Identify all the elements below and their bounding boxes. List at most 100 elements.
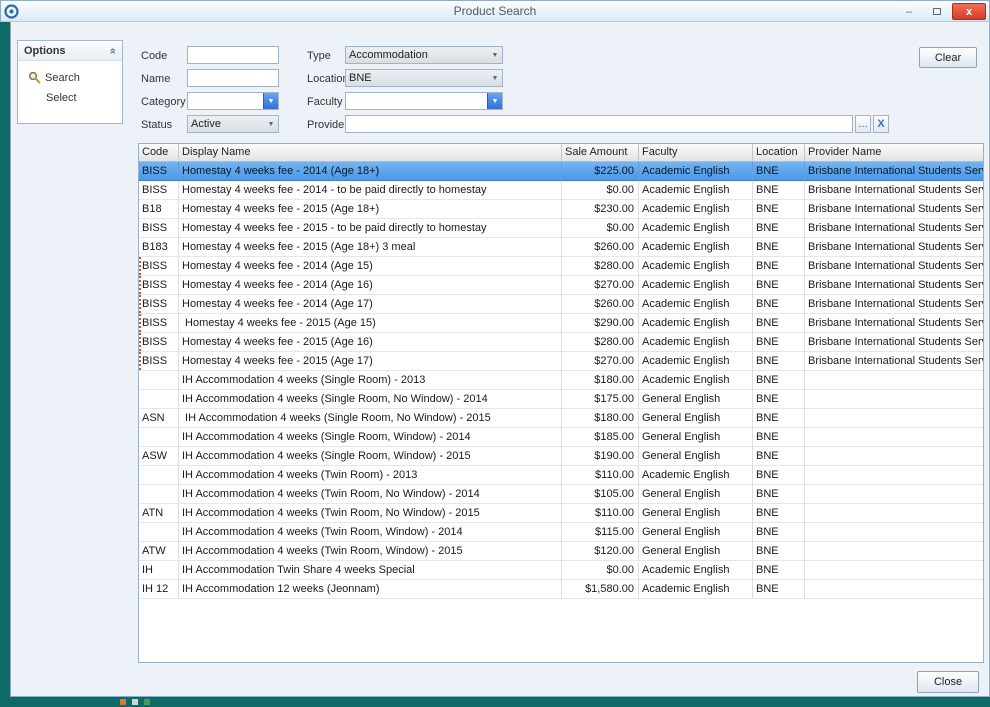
column-header-faculty[interactable]: Faculty (639, 144, 753, 161)
table-row[interactable]: BISSHomestay 4 weeks fee - 2015 (Age 17)… (139, 352, 983, 371)
name-input[interactable] (187, 69, 279, 87)
table-row[interactable]: BISSHomestay 4 weeks fee - 2014 - to be … (139, 181, 983, 200)
cell-display-name: IH Accommodation 12 weeks (Jeonnam) (179, 580, 562, 599)
title-bar: Product Search – x (0, 0, 990, 22)
cell-display-name: IH Accommodation 4 weeks (Twin Room, Win… (179, 523, 562, 542)
maximize-button[interactable] (924, 3, 950, 20)
table-row[interactable]: IH Accommodation 4 weeks (Single Room) -… (139, 371, 983, 390)
results-grid: Code Display Name Sale Amount Faculty Lo… (138, 143, 984, 663)
cell-provider-name: Brisbane International Students Services (805, 352, 984, 371)
cell-provider-name (805, 580, 984, 599)
table-row[interactable]: BISSHomestay 4 weeks fee - 2014 (Age 17)… (139, 295, 983, 314)
cell-code: B18 (139, 200, 179, 219)
cell-code: ATW (139, 542, 179, 561)
cell-sale-amount: $115.00 (562, 523, 639, 542)
close-dialog-button[interactable]: Close (917, 671, 979, 693)
cell-location: BNE (753, 561, 805, 580)
cell-provider-name: Brisbane International Students Services (805, 257, 984, 276)
cell-location: BNE (753, 276, 805, 295)
column-header-provider-name[interactable]: Provider Name (805, 144, 984, 161)
cell-provider-name (805, 523, 984, 542)
close-button[interactable]: x (952, 3, 986, 20)
column-header-sale-amount[interactable]: Sale Amount (562, 144, 639, 161)
cell-location: BNE (753, 504, 805, 523)
table-row[interactable]: BISS Homestay 4 weeks fee - 2015 (Age 15… (139, 314, 983, 333)
table-row[interactable]: ATNIH Accommodation 4 weeks (Twin Room, … (139, 504, 983, 523)
cell-faculty: Academic English (639, 276, 753, 295)
clear-button[interactable]: Clear (919, 47, 977, 68)
provider-clear-button[interactable]: X (873, 115, 889, 133)
cell-provider-name: Brisbane International Students Services (805, 314, 984, 333)
cell-provider-name (805, 428, 984, 447)
code-input[interactable] (187, 46, 279, 64)
chevron-down-icon[interactable]: ▼ (264, 116, 278, 132)
table-row[interactable]: ASN IH Accommodation 4 weeks (Single Roo… (139, 409, 983, 428)
chevron-down-icon[interactable]: ▼ (488, 70, 502, 86)
cell-display-name: Homestay 4 weeks fee - 2015 (Age 17) (179, 352, 562, 371)
table-row[interactable]: BISSHomestay 4 weeks fee - 2015 (Age 16)… (139, 333, 983, 352)
table-row[interactable]: B18Homestay 4 weeks fee - 2015 (Age 18+)… (139, 200, 983, 219)
table-row[interactable]: IH Accommodation 4 weeks (Single Room, N… (139, 390, 983, 409)
column-header-code[interactable]: Code (139, 144, 179, 161)
cell-faculty: Academic English (639, 238, 753, 257)
cell-sale-amount: $270.00 (562, 276, 639, 295)
table-row[interactable]: BISSHomestay 4 weeks fee - 2014 (Age 16)… (139, 276, 983, 295)
table-row[interactable]: BISSHomestay 4 weeks fee - 2015 - to be … (139, 219, 983, 238)
type-dropdown[interactable]: Accommodation ▼ (345, 46, 503, 64)
cell-code: B183 (139, 238, 179, 257)
cell-display-name: Homestay 4 weeks fee - 2014 (Age 18+) (179, 162, 562, 181)
cell-sale-amount: $0.00 (562, 561, 639, 580)
table-row[interactable]: ASWIH Accommodation 4 weeks (Single Room… (139, 447, 983, 466)
provider-input[interactable] (345, 115, 853, 133)
cell-code: BISS (139, 352, 179, 371)
sidebar-item-search[interactable]: Search (18, 67, 122, 88)
options-title: Options (24, 45, 66, 57)
chevron-down-icon[interactable]: ▼ (487, 93, 502, 109)
provider-browse-button[interactable]: … (855, 115, 871, 133)
table-row[interactable]: B183Homestay 4 weeks fee - 2015 (Age 18+… (139, 238, 983, 257)
cell-location: BNE (753, 466, 805, 485)
cell-location: BNE (753, 333, 805, 352)
code-label: Code (141, 50, 167, 62)
faculty-dropdown[interactable]: ▼ (345, 92, 503, 110)
column-header-display-name[interactable]: Display Name (179, 144, 562, 161)
cell-location: BNE (753, 523, 805, 542)
table-row[interactable]: BISSHomestay 4 weeks fee - 2014 (Age 15)… (139, 257, 983, 276)
cell-code: IH (139, 561, 179, 580)
sidebar-item-select[interactable]: Select (18, 88, 122, 108)
table-row[interactable]: IH 12IH Accommodation 12 weeks (Jeonnam)… (139, 580, 983, 599)
category-dropdown[interactable]: ▼ (187, 92, 279, 110)
cell-location: BNE (753, 428, 805, 447)
cell-location: BNE (753, 219, 805, 238)
status-value: Active (188, 116, 264, 132)
table-row[interactable]: IHIH Accommodation Twin Share 4 weeks Sp… (139, 561, 983, 580)
chevron-down-icon[interactable]: ▼ (263, 93, 278, 109)
sidebar-item-label: Search (45, 72, 80, 84)
cell-display-name: IH Accommodation 4 weeks (Twin Room, No … (179, 485, 562, 504)
cell-display-name: Homestay 4 weeks fee - 2015 - to be paid… (179, 219, 562, 238)
table-row[interactable]: BISSHomestay 4 weeks fee - 2014 (Age 18+… (139, 162, 983, 181)
cell-faculty: Academic English (639, 219, 753, 238)
minimize-button[interactable]: – (896, 3, 922, 20)
cell-code (139, 371, 179, 390)
cell-provider-name (805, 542, 984, 561)
chevron-down-icon[interactable]: ▼ (488, 47, 502, 63)
table-row[interactable]: IH Accommodation 4 weeks (Twin Room, No … (139, 485, 983, 504)
cell-provider-name (805, 390, 984, 409)
table-row[interactable]: IH Accommodation 4 weeks (Twin Room, Win… (139, 523, 983, 542)
cell-faculty: Academic English (639, 580, 753, 599)
collapse-chevron-icon[interactable]: » (107, 47, 119, 53)
location-dropdown[interactable]: BNE ▼ (345, 69, 503, 87)
table-row[interactable]: IH Accommodation 4 weeks (Twin Room) - 2… (139, 466, 983, 485)
status-dropdown[interactable]: Active ▼ (187, 115, 279, 133)
column-header-location[interactable]: Location (753, 144, 805, 161)
table-row[interactable]: IH Accommodation 4 weeks (Single Room, W… (139, 428, 983, 447)
cell-sale-amount: $280.00 (562, 333, 639, 352)
cell-code: ATN (139, 504, 179, 523)
cell-faculty: Academic English (639, 200, 753, 219)
table-row[interactable]: ATWIH Accommodation 4 weeks (Twin Room, … (139, 542, 983, 561)
cell-faculty: Academic English (639, 181, 753, 200)
cell-provider-name (805, 504, 984, 523)
cell-display-name: Homestay 4 weeks fee - 2015 (Age 15) (179, 314, 562, 333)
name-label: Name (141, 73, 170, 85)
